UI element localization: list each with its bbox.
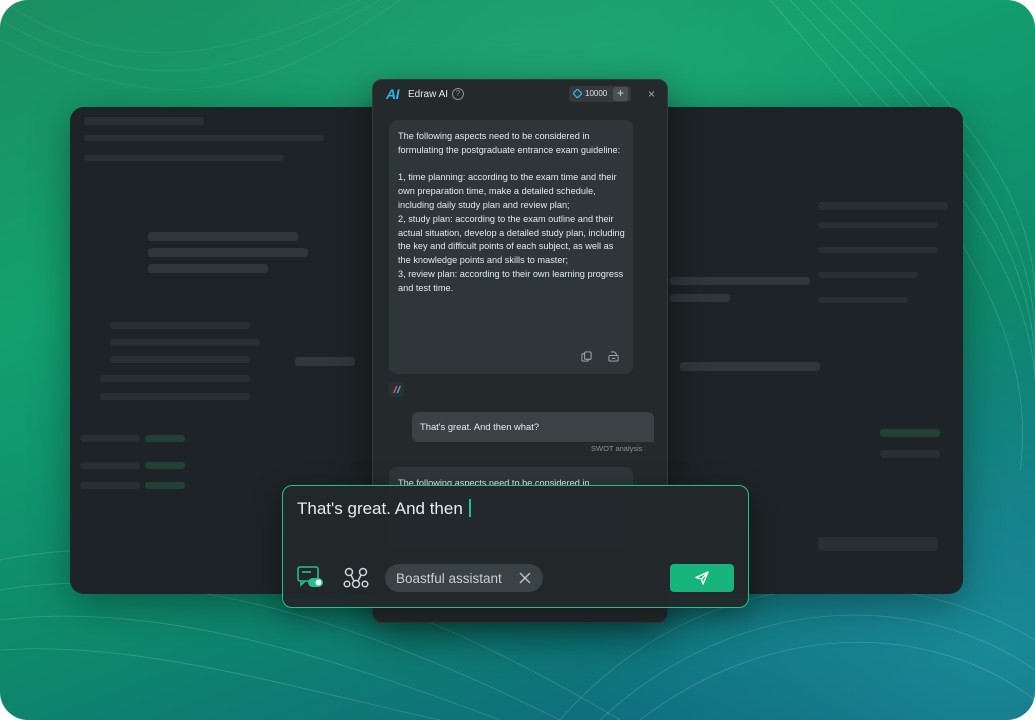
user-message-bubble: That's great. And then what? <box>412 412 654 442</box>
credits-icon <box>573 89 582 98</box>
edraw-avatar-icon <box>389 382 404 397</box>
close-icon[interactable]: × <box>648 87 655 101</box>
chat-input-value: That's great. And then <box>297 499 463 518</box>
send-button[interactable] <box>670 564 734 592</box>
chat-toggle-icon[interactable] <box>297 566 325 588</box>
add-credits-button[interactable]: + <box>613 87 628 101</box>
help-icon[interactable]: ? <box>452 88 464 100</box>
user-message-tag: SWOT analysis <box>591 444 643 453</box>
ai-logo: AI <box>386 86 400 102</box>
panel-title: Edraw AI <box>408 89 449 100</box>
close-icon[interactable] <box>519 572 531 584</box>
ai-message-bubble: The following aspects need to be conside… <box>389 120 633 374</box>
ai-message-text: The following aspects need to be conside… <box>398 131 625 293</box>
credits-amount: 10000 <box>585 89 608 98</box>
panel-header: AI Edraw AI ? 10000 + × <box>373 80 667 110</box>
user-message-text: That's great. And then what? <box>420 421 540 432</box>
chat-input-card: That's great. And then Boastful assistan… <box>282 485 749 608</box>
role-chip[interactable]: Boastful assistant <box>385 564 543 592</box>
copy-icon[interactable] <box>581 351 592 362</box>
credits-badge: 10000 + <box>569 86 631 102</box>
text-caret <box>468 499 471 517</box>
mindmap-nodes-icon[interactable] <box>343 567 369 589</box>
backdrop: AI Edraw AI ? 10000 + × The following as… <box>0 0 1035 720</box>
role-chip-label: Boastful assistant <box>396 571 502 586</box>
insert-icon[interactable] <box>608 351 619 362</box>
chat-input[interactable]: That's great. And then <box>297 499 471 519</box>
send-icon <box>695 571 709 585</box>
